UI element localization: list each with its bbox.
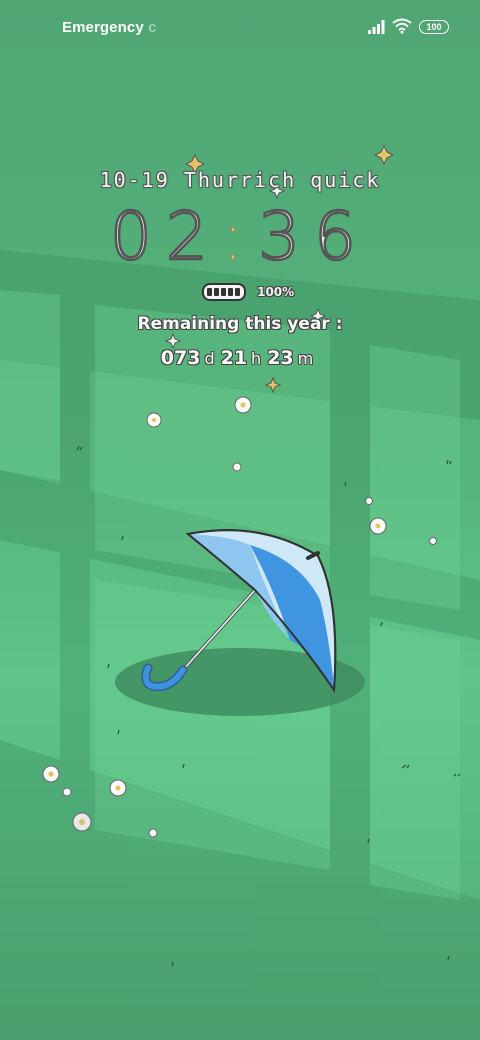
countdown-hours-unit: h [251,349,262,368]
battery-icon: 100 [419,20,449,34]
clock-colon: : [221,198,259,276]
carrier-overflow: c [148,19,157,36]
carrier-text: Emergency [62,19,144,36]
signal-icon [368,20,385,34]
battery-percent: 100% [257,284,295,299]
carrier-label: Emergency c [62,19,157,36]
countdown-minutes: 23 [267,347,294,369]
weekday: Thur [183,168,240,192]
clock-minutes: 36 [257,197,371,277]
date-line: 10-19 Thurrich quick [0,168,480,192]
status-bar: Emergency c 100 [0,0,480,56]
battery-widget: 100% [202,281,294,301]
battery-pill-icon [202,282,246,301]
wallpaper-illustration [0,144,480,1040]
remaining-label: Remaining this year : [137,314,343,334]
countdown-days-unit: d [204,349,215,368]
battery-level: 100 [426,22,442,32]
countdown-minutes-unit: m [297,349,314,368]
lockscreen: Emergency c 100 10-19 Thurrich quick 02:… [0,0,480,1040]
date: 10-19 [99,168,170,192]
clock-hours: 02 [109,197,222,277]
clock: 02:36 [0,197,480,277]
wifi-icon [392,18,412,34]
year-countdown: 073 d 21 h 23 m [0,347,480,369]
countdown-days: 073 [160,347,201,369]
greeting: rich quick [240,168,381,192]
countdown-hours: 21 [220,347,248,369]
